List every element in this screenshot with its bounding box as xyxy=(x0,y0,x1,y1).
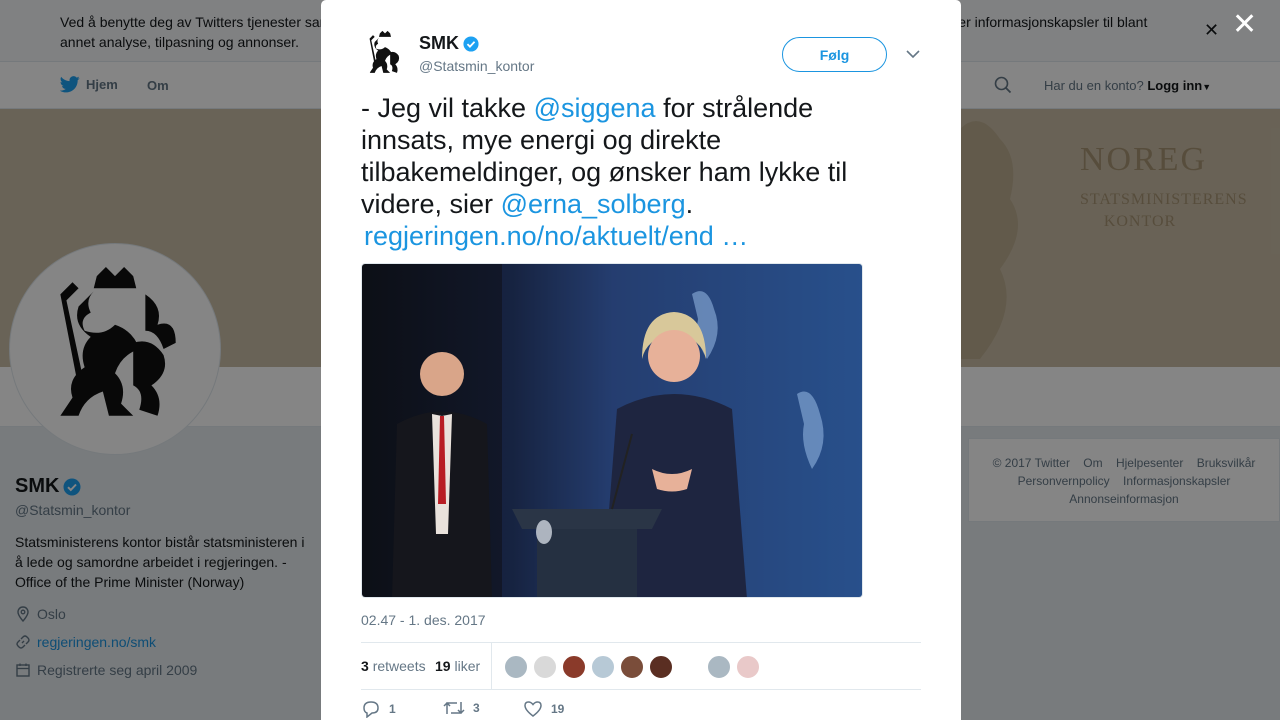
tweet-actions: 1 3 19 xyxy=(361,700,921,720)
retweet-count: 3 xyxy=(473,701,480,715)
author-avatar[interactable] xyxy=(361,30,409,78)
author-name[interactable]: SMK xyxy=(419,33,479,54)
tweet-photo[interactable] xyxy=(361,263,863,598)
liker-avatar[interactable] xyxy=(707,655,731,679)
retweets-stat[interactable]: 3 retweets xyxy=(361,658,426,674)
tweet-text-part: . xyxy=(685,189,694,219)
tweet-url-link[interactable]: regjeringen.no/no/aktuelt/end … xyxy=(364,220,748,252)
reply-count: 1 xyxy=(389,702,396,716)
heart-icon xyxy=(524,701,542,717)
retweet-action[interactable]: 3 xyxy=(443,700,480,716)
reply-action[interactable]: 1 xyxy=(361,700,396,718)
author-handle[interactable]: @Statsmin_kontor xyxy=(419,58,534,74)
tweet-stats: 3 retweets 19 liker xyxy=(361,642,921,690)
mention-link[interactable]: @erna_solberg xyxy=(501,189,686,219)
close-icon[interactable]: ✕ xyxy=(1232,10,1257,40)
like-count: 19 xyxy=(551,702,565,716)
follow-button[interactable]: Følg xyxy=(782,37,887,72)
tweet-text: - Jeg vil takke @siggena for strålende i… xyxy=(361,92,901,220)
chevron-down-icon[interactable] xyxy=(903,44,923,64)
liker-avatar[interactable] xyxy=(620,655,644,679)
retweets-count: 3 xyxy=(361,658,369,674)
liker-avatar[interactable] xyxy=(736,655,760,679)
lion-emblem-icon xyxy=(369,30,400,73)
press-conference-photo xyxy=(362,264,862,597)
likes-count: 19 xyxy=(435,658,451,674)
tweet-timestamp[interactable]: 02.47 - 1. des. 2017 xyxy=(361,612,486,628)
verified-badge-icon xyxy=(463,35,479,52)
liker-avatar[interactable] xyxy=(649,655,673,679)
liker-avatar[interactable] xyxy=(562,655,586,679)
author-name-text: SMK xyxy=(419,33,459,53)
retweet-icon xyxy=(443,701,465,715)
likes-label: liker xyxy=(454,658,481,674)
tweet-text-part: - Jeg vil takke xyxy=(361,93,534,123)
tweet-modal: SMK @Statsmin_kontor Følg - Jeg vil takk… xyxy=(321,0,961,720)
like-action[interactable]: 19 xyxy=(523,700,564,718)
retweets-label: retweets xyxy=(372,658,426,674)
likes-stat[interactable]: 19 liker xyxy=(435,658,480,674)
liker-avatar[interactable] xyxy=(591,655,615,679)
stats-divider xyxy=(491,643,492,689)
liker-avatar[interactable] xyxy=(504,655,528,679)
reply-icon xyxy=(363,701,379,718)
mention-link[interactable]: @siggena xyxy=(534,93,656,123)
liker-avatar[interactable] xyxy=(533,655,557,679)
